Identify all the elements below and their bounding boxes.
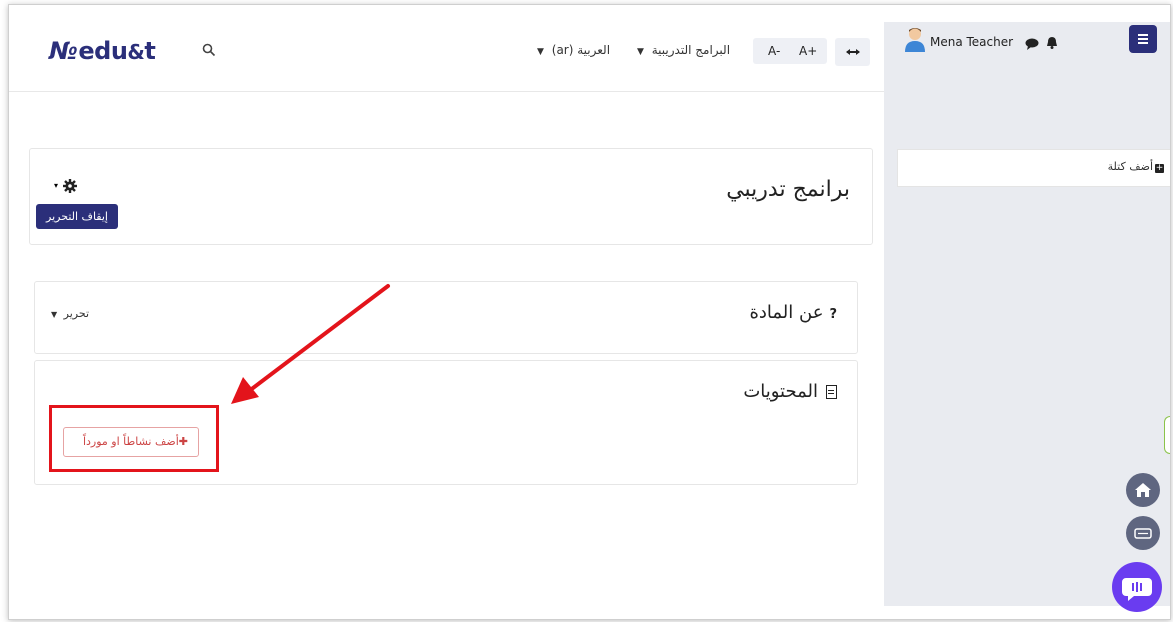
- annotation-arrow: [231, 284, 390, 404]
- app-window: №edu&t العربية (ar) ▼ البرامج التدريبية …: [8, 4, 1171, 620]
